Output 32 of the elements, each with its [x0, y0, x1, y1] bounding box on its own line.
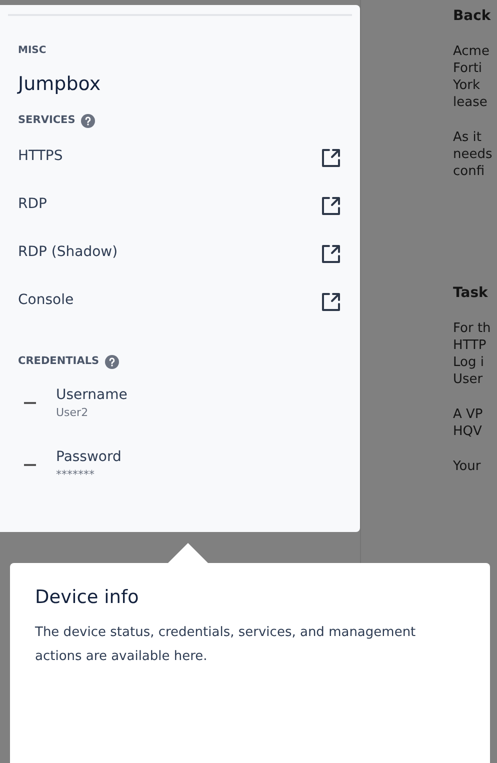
help-icon[interactable] [81, 113, 96, 128]
text-line: needs [453, 146, 492, 163]
text-line: As it [453, 129, 482, 146]
service-name: Console [18, 290, 74, 310]
text-line: confi [453, 163, 485, 180]
section-heading: CREDENTIALS [18, 354, 100, 370]
section-heading: Task [453, 284, 489, 302]
popover-text: The device status, credentials, services, and management actions are available here. [35, 624, 417, 666]
category-label: MISC [18, 44, 48, 58]
credential-label: Username [56, 386, 128, 405]
text-line: Log i [453, 354, 484, 371]
help-icon[interactable] [105, 355, 120, 370]
text-line: A VP [453, 406, 483, 423]
credential-value: User2 [56, 405, 90, 421]
text-line: lease [453, 94, 488, 111]
credential-label: Password [56, 448, 122, 467]
service-name: HTTPS [18, 146, 63, 166]
credential-value: ******* [56, 467, 96, 483]
text-line: Acme [453, 43, 490, 60]
text-line: Forti [453, 60, 482, 77]
text-line: York [453, 77, 480, 94]
text-line: HQV [453, 423, 482, 440]
text-line: HTTP [453, 337, 486, 354]
text-line: For th [453, 320, 491, 337]
popover-title: Device info [35, 587, 140, 610]
device-title: Jumpbox [18, 72, 102, 97]
text-line: User [453, 371, 483, 388]
service-name: RDP (Shadow) [18, 242, 118, 262]
service-name: RDP [18, 194, 47, 214]
section-heading: Back [453, 7, 492, 25]
text-line: Your [453, 458, 481, 475]
section-heading: SERVICES [18, 112, 76, 128]
